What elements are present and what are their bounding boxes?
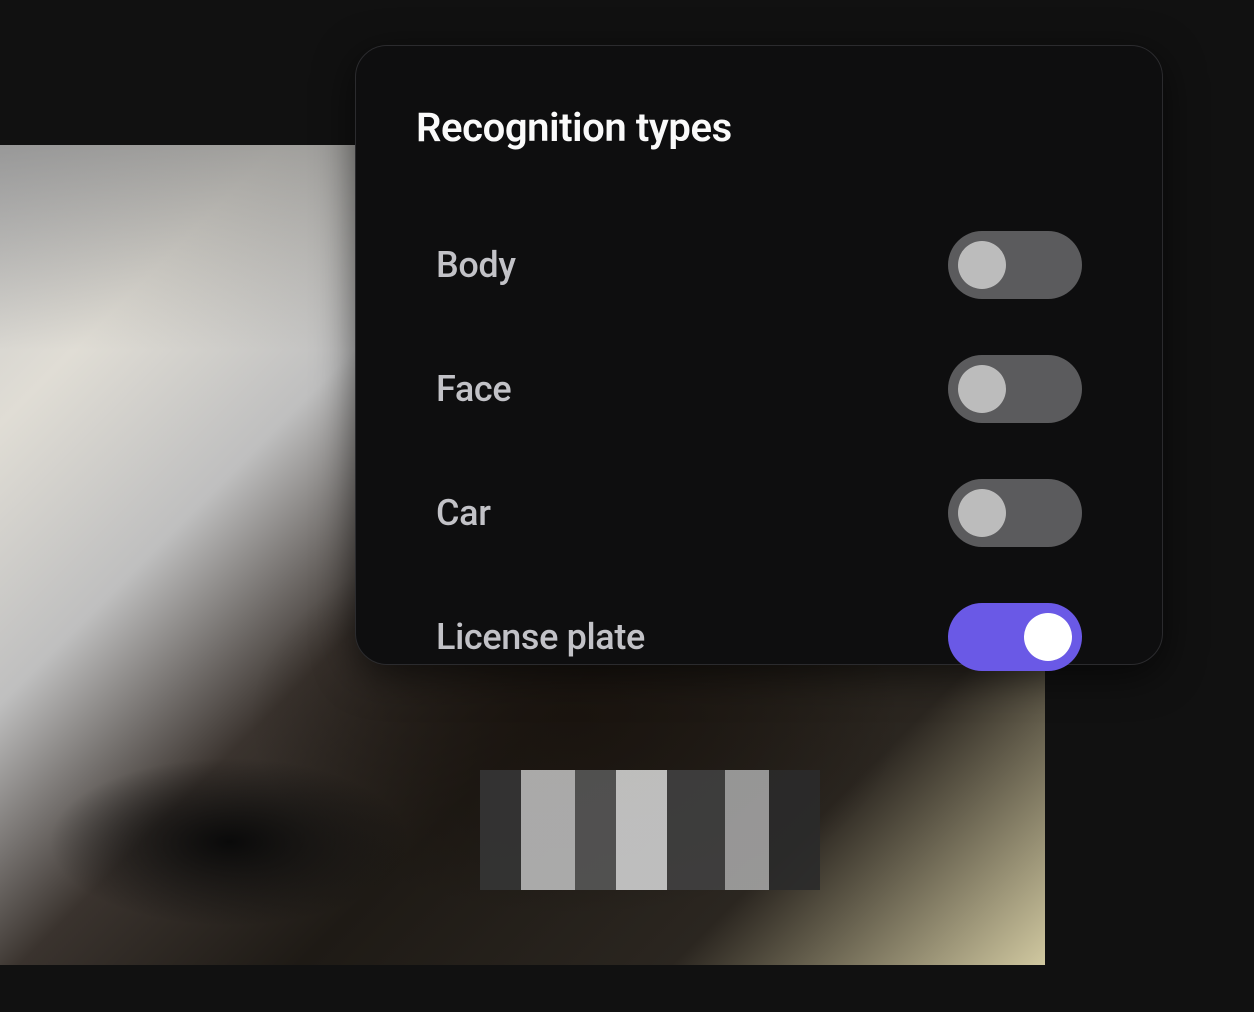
option-label: License plate [436,616,645,658]
option-row-body: Body [416,203,1102,327]
recognition-types-panel: Recognition types Body Face Car License … [355,45,1163,665]
toggle-knob [958,241,1006,289]
panel-title: Recognition types [416,104,1102,151]
toggle-knob [958,489,1006,537]
option-label: Face [436,368,511,410]
toggle-knob [958,365,1006,413]
toggle-body[interactable] [948,231,1082,299]
option-row-license-plate: License plate [416,575,1102,699]
toggle-car[interactable] [948,479,1082,547]
toggle-knob [1024,613,1072,661]
option-row-car: Car [416,451,1102,575]
toggle-license-plate[interactable] [948,603,1082,671]
toggle-face[interactable] [948,355,1082,423]
option-label: Body [436,244,516,286]
option-row-face: Face [416,327,1102,451]
option-label: Car [436,492,491,534]
